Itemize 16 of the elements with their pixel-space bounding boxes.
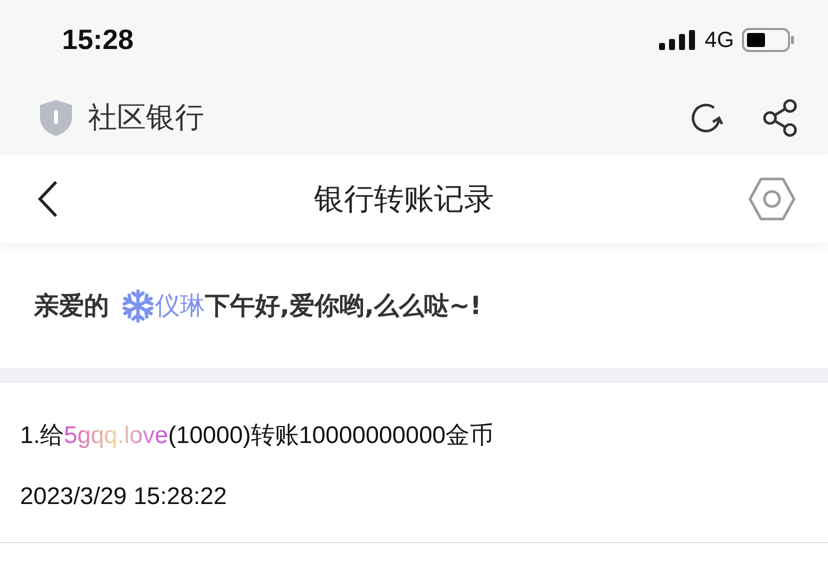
page-title: 银行转账记录 — [314, 180, 494, 218]
shield-icon — [38, 98, 74, 136]
battery-icon — [742, 28, 794, 52]
greeting-text: 亲爱的 — [34, 290, 109, 322]
back-button[interactable] — [36, 180, 60, 218]
snowflake-icon — [121, 288, 155, 322]
network-label: 4G — [704, 27, 734, 53]
status-time: 15:28 — [62, 24, 134, 56]
share-icon[interactable] — [762, 98, 798, 136]
app-title: 社区银行 — [88, 98, 205, 136]
settings-icon[interactable] — [748, 177, 796, 221]
transfer-time: 2023/3/29 15:28:22 — [20, 483, 228, 511]
greeting-message: 下午好,爱你哟,么么哒~! — [205, 290, 482, 322]
signal-icon — [658, 30, 697, 50]
user-name: 仪琳 — [155, 290, 205, 322]
transfer-description: 1.给5gqq.love(10000)转账10000000000金币 — [20, 421, 495, 451]
